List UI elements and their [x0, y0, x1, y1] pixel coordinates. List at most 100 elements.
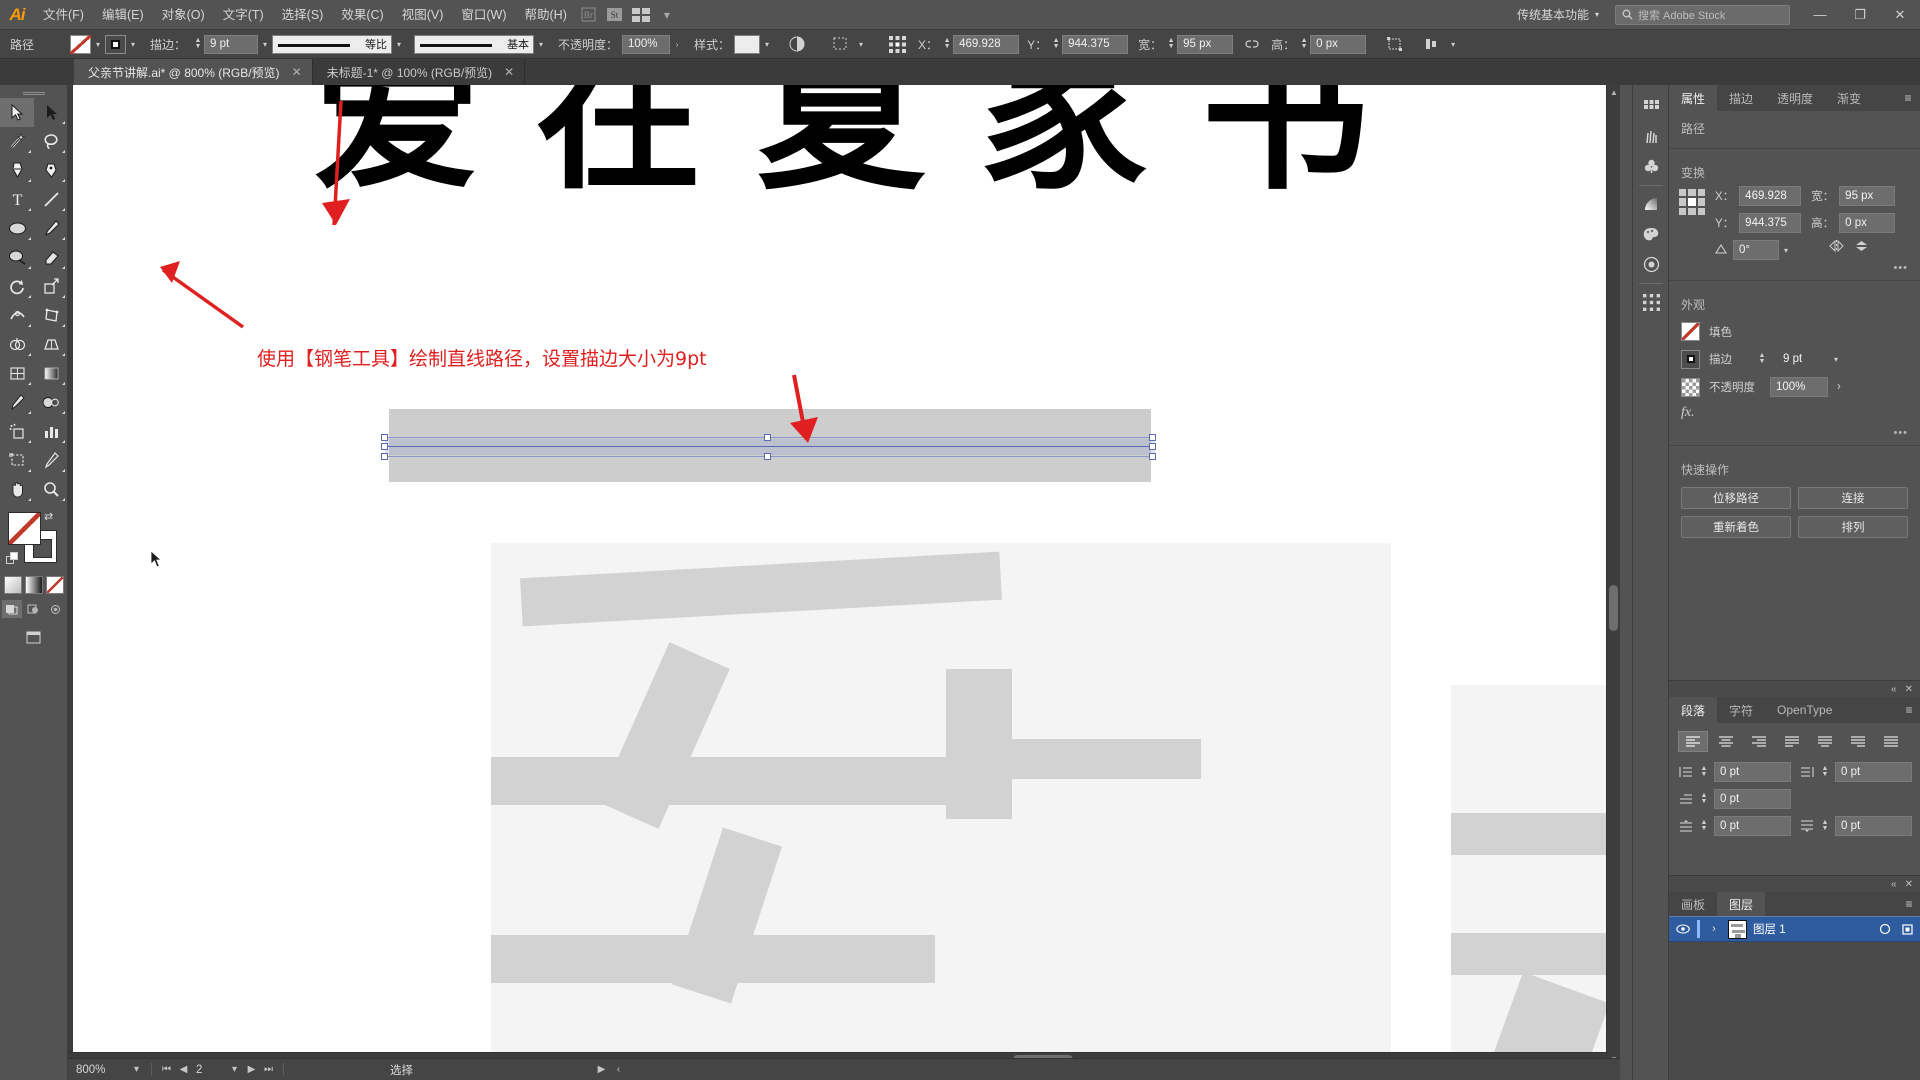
graphic-style-swatch[interactable]: [734, 34, 761, 54]
height-stepper[interactable]: ▲ ▼: [1298, 37, 1310, 50]
artboard-chevron-down-icon[interactable]: ▾: [226, 1064, 243, 1075]
width-tool[interactable]: [0, 301, 34, 330]
free-transform-tool[interactable]: [34, 301, 68, 330]
canvas-vertical-scrollbar[interactable]: ▲ ▼: [1606, 85, 1620, 1066]
last-artboard-icon[interactable]: ⏭: [260, 1064, 277, 1075]
rotate-tool[interactable]: [0, 272, 34, 301]
toolbar-fill-swatch[interactable]: [8, 512, 41, 545]
change-screen-mode-icon[interactable]: [21, 626, 47, 648]
offset-path-button[interactable]: 位移路径: [1681, 487, 1791, 509]
direct-selection-tool[interactable]: [34, 98, 68, 127]
perspective-grid-tool[interactable]: [34, 330, 68, 359]
symbol-sprayer-tool[interactable]: [0, 417, 34, 446]
width-stepper[interactable]: ▲ ▼: [1165, 37, 1177, 50]
tab-transparency[interactable]: 透明度: [1765, 85, 1825, 111]
align-right-button[interactable]: [1744, 731, 1774, 752]
appearance-stroke-stepper[interactable]: ▲ ▼: [1756, 352, 1768, 365]
select-similar-icon[interactable]: [828, 33, 854, 55]
tool-status-label[interactable]: 选择: [290, 1062, 413, 1078]
x-stepper[interactable]: ▲ ▼: [941, 37, 953, 50]
restore-button[interactable]: ❐: [1840, 0, 1880, 30]
angle-chevron-down-icon[interactable]: ▾: [1784, 246, 1788, 255]
headline-artwork[interactable]: 爱在夏家书: [313, 85, 1423, 199]
lock-proportions-icon[interactable]: [1239, 33, 1265, 55]
panel-menu-icon[interactable]: ≡: [1896, 85, 1920, 111]
color-guide-icon[interactable]: [1633, 249, 1669, 279]
collapse-icon[interactable]: «: [1891, 879, 1897, 890]
align-center-button[interactable]: [1711, 731, 1741, 752]
menu-edit[interactable]: 编辑(E): [93, 0, 153, 30]
drawing-mode-behind-icon[interactable]: [24, 600, 44, 618]
default-fill-stroke-icon[interactable]: [6, 552, 19, 565]
arrange-chevron-down-icon[interactable]: ▾: [654, 0, 680, 30]
status-options-icon[interactable]: ‹: [610, 1064, 627, 1075]
stroke-weight-chevron-down-icon[interactable]: ▾: [258, 35, 272, 54]
swatches-icon[interactable]: [1633, 91, 1669, 121]
bridge-icon[interactable]: Br: [576, 0, 602, 30]
tab-character[interactable]: 字符: [1717, 697, 1765, 723]
scroll-up-icon[interactable]: ▲: [1607, 85, 1620, 99]
tab-paragraph[interactable]: 段落: [1669, 697, 1718, 723]
zoom-tool[interactable]: [34, 475, 68, 504]
flip-vertical-icon[interactable]: [1854, 240, 1869, 255]
gradient-icon[interactable]: [1633, 189, 1669, 219]
stroke-chevron-down-icon[interactable]: ▾: [1834, 355, 1838, 364]
first-line-indent-stepper[interactable]: ▲ ▼: [1698, 792, 1710, 805]
menu-effect[interactable]: 效果(C): [332, 0, 392, 30]
layer-name[interactable]: 图层 1: [1753, 921, 1871, 937]
appearance-opacity-field[interactable]: 100%: [1770, 377, 1828, 397]
magic-wand-tool[interactable]: [0, 127, 34, 156]
layers-list-body[interactable]: [1669, 942, 1920, 1080]
align-left-button[interactable]: [1678, 731, 1708, 752]
align-chevron-down-icon[interactable]: ▾: [1446, 35, 1460, 54]
anchor-point[interactable]: [1149, 453, 1156, 460]
background-artwork[interactable]: [491, 543, 1391, 1057]
appearance-stroke-field[interactable]: 9 pt: [1777, 349, 1825, 369]
join-button[interactable]: 连接: [1798, 487, 1908, 509]
transform-panel-icon[interactable]: [1382, 33, 1408, 55]
x-field[interactable]: 469.928: [1739, 186, 1802, 206]
color-icon[interactable]: [1633, 219, 1669, 249]
x-field[interactable]: 469.928: [953, 34, 1020, 54]
height-field[interactable]: 0 px: [1310, 34, 1367, 54]
close-button[interactable]: ✕: [1880, 0, 1920, 30]
shaper-tool[interactable]: [0, 243, 34, 272]
type-tool[interactable]: T: [0, 185, 34, 214]
fill-swatch[interactable]: [70, 34, 91, 54]
shape-builder-tool[interactable]: [0, 330, 34, 359]
justify-last-center-button[interactable]: [1810, 731, 1840, 752]
justify-all-button[interactable]: [1876, 731, 1906, 752]
color-button[interactable]: [3, 576, 22, 594]
brush-definition-select[interactable]: 基本: [414, 34, 535, 54]
canvas-area[interactable]: 爱在夏家书 使用【钢笔工具】绘制直线路径，设置描边大小为9pt ▲: [68, 85, 1620, 1080]
stroke-profile-chevron-down-icon[interactable]: ▾: [392, 35, 406, 54]
first-artboard-icon[interactable]: ⏮: [158, 1064, 175, 1075]
stroke-weight-field[interactable]: 9 pt: [204, 34, 259, 54]
artboard[interactable]: 爱在夏家书 使用【钢笔工具】绘制直线路径，设置描边大小为9pt: [73, 85, 1620, 1057]
blend-tool[interactable]: [34, 388, 68, 417]
first-line-indent-field[interactable]: 0 pt: [1714, 789, 1791, 809]
space-after-field[interactable]: 0 pt: [1835, 816, 1912, 836]
arrange-documents-icon[interactable]: [628, 0, 654, 30]
anchor-point[interactable]: [1149, 434, 1156, 441]
selected-path[interactable]: [381, 434, 1156, 460]
panel-menu-icon[interactable]: ≡: [1897, 697, 1920, 723]
paintbrush-tool[interactable]: [34, 214, 68, 243]
eye-icon[interactable]: [1675, 924, 1691, 934]
document-tab-2[interactable]: 未标题-1* @ 100% (RGB/预览) ✕: [312, 59, 526, 85]
menu-object[interactable]: 对象(O): [153, 0, 214, 30]
appearance-more-options[interactable]: •••: [1669, 425, 1920, 439]
opacity-options-icon[interactable]: ›: [670, 35, 684, 54]
selection-tool[interactable]: [0, 98, 34, 127]
stroke-weight-stepper[interactable]: ▲ ▼: [192, 37, 204, 50]
y-stepper[interactable]: ▲ ▼: [1050, 37, 1062, 50]
status-chevron-icon[interactable]: ▶: [593, 1064, 610, 1075]
height-field[interactable]: 0 px: [1839, 213, 1896, 233]
stroke-swatch[interactable]: [105, 34, 126, 54]
y-field[interactable]: 944.375: [1739, 213, 1802, 233]
swap-fill-stroke-icon[interactable]: ⇄: [44, 510, 53, 523]
artboard-number-field[interactable]: 2: [192, 1064, 226, 1076]
lasso-tool[interactable]: [34, 127, 68, 156]
anchor-point[interactable]: [381, 443, 388, 450]
appearance-fill-swatch[interactable]: [1681, 322, 1700, 341]
